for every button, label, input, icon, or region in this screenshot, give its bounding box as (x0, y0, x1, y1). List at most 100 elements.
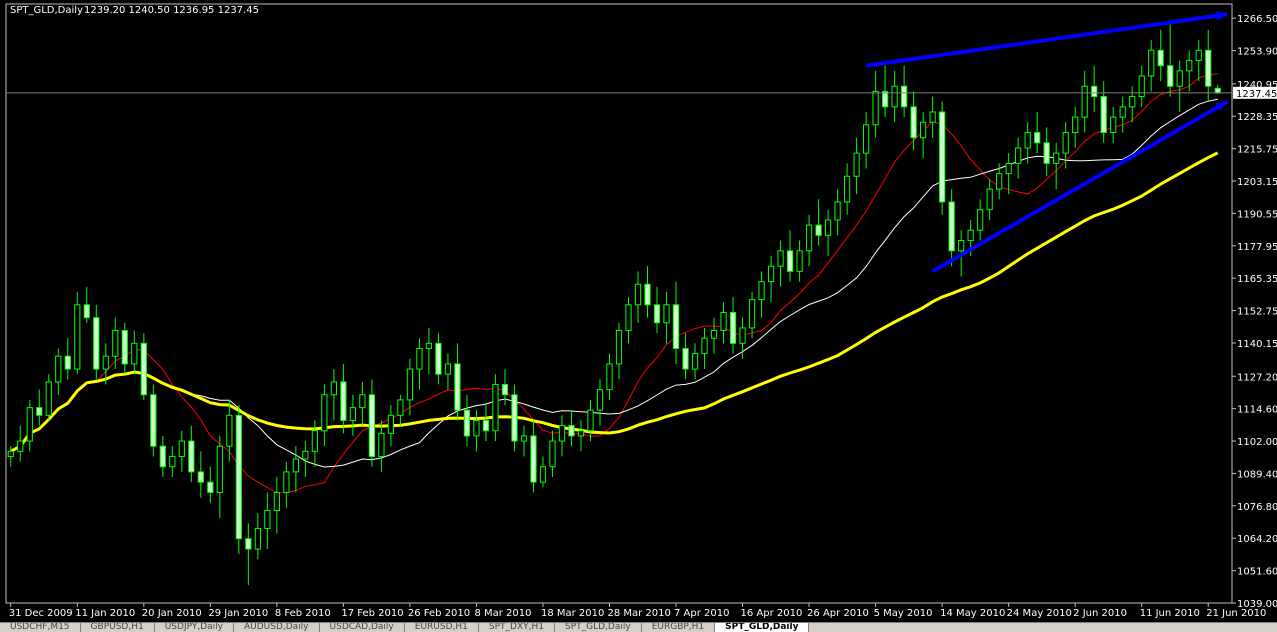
candle-body (939, 111, 946, 203)
ohlc-values: 1239.20 1240.50 1236.95 1237.45 (84, 5, 259, 16)
y-tick-label: 1076.80 (1237, 502, 1277, 513)
candle-body (786, 250, 794, 272)
moving-average-line (10, 98, 1218, 468)
candle-body (131, 342, 138, 365)
candle-body (178, 440, 185, 457)
candle-body (55, 355, 62, 383)
x-tick-label: 11 Jun 2010 (1140, 608, 1200, 619)
candle-body (283, 471, 290, 493)
y-tick-label: 1215.75 (1237, 145, 1277, 156)
x-tick-label: 29 Jan 2010 (208, 608, 268, 619)
candle-body (996, 173, 1003, 190)
candle-body (1053, 152, 1060, 164)
candle-body (834, 201, 841, 221)
x-tick-label: 11 Jan 2010 (75, 608, 135, 619)
candle-body (74, 304, 81, 370)
x-tick-label: 31 Dec 2009 (9, 608, 73, 619)
y-tick-label: 1064.20 (1237, 534, 1277, 545)
y-tick-label: 1102.00 (1237, 437, 1277, 448)
candle-body (1148, 49, 1155, 77)
candlestick-chart[interactable]: 1266.501253.901240.951228.351215.751203.… (0, 0, 1277, 622)
candle-body (596, 389, 604, 411)
candle-body (1110, 116, 1117, 134)
candle-body (482, 419, 490, 432)
y-tick-label: 1051.60 (1237, 567, 1277, 578)
candle-body (264, 509, 271, 529)
candle-body (36, 407, 43, 416)
chart-title: SPT_GLD,Daily (10, 5, 83, 16)
current-price-label: 1237.45 (1236, 89, 1277, 100)
candle-body (245, 538, 252, 550)
candle-body (777, 250, 784, 267)
y-tick-label: 1253.90 (1237, 47, 1277, 58)
x-tick-label: 17 Feb 2010 (341, 608, 403, 619)
x-tick-label: 14 May 2010 (940, 608, 1005, 619)
candle-body (920, 121, 927, 139)
candle-body (64, 355, 71, 370)
candle-body (140, 342, 147, 396)
candle-body (805, 224, 813, 252)
y-tick-label: 1165.35 (1237, 274, 1277, 285)
candle-body (977, 209, 984, 231)
candle-body (568, 425, 575, 437)
candle-body (1034, 132, 1041, 144)
candle-body (615, 329, 623, 365)
x-tick-label: 26 Apr 2010 (807, 608, 869, 619)
moving-average-line (10, 151, 1219, 453)
x-tick-label: 8 Mar 2010 (474, 608, 531, 619)
candle-body (150, 394, 157, 447)
candle-body (359, 394, 366, 409)
candle-body (644, 283, 651, 306)
y-tick-label: 1177.95 (1237, 242, 1277, 253)
candle-body (986, 188, 993, 211)
x-tick-label: 20 Jan 2010 (142, 608, 202, 619)
candle-body (1176, 70, 1183, 87)
x-tick-label: 7 Apr 2010 (674, 608, 729, 619)
x-tick-label: 16 Apr 2010 (741, 608, 803, 619)
candle-body (701, 337, 708, 355)
candle-body (1081, 85, 1088, 118)
candle-body (634, 283, 642, 306)
candle-body (1167, 65, 1174, 87)
candle-body (169, 455, 176, 468)
y-tick-label: 1152.75 (1237, 307, 1277, 318)
candle-body (188, 440, 195, 473)
trendline (931, 99, 1229, 274)
trendline (865, 12, 1228, 68)
candle-body (710, 329, 718, 339)
plot-frame (5, 3, 1233, 604)
candle-body (1119, 106, 1126, 118)
x-tick-label: 18 Mar 2010 (541, 608, 604, 619)
candle-body (682, 347, 689, 370)
candle-body (948, 201, 955, 252)
candle-body (1205, 49, 1212, 87)
candle-body (796, 250, 803, 272)
candle-body (824, 219, 832, 236)
candle-body (254, 527, 261, 550)
candle-body (606, 363, 613, 391)
candle-body (397, 399, 404, 416)
y-tick-label: 1140.15 (1237, 339, 1277, 350)
y-tick-label: 1089.40 (1237, 469, 1277, 480)
candle-body (226, 414, 233, 447)
candle-body (520, 435, 528, 442)
candle-body (958, 240, 965, 252)
candle-body (910, 106, 917, 139)
candle-body (159, 445, 166, 468)
candle-body (473, 419, 480, 437)
y-tick-label: 1114.60 (1237, 405, 1277, 416)
candle-body (577, 430, 585, 437)
candle-body (102, 355, 109, 370)
candle-body (454, 363, 461, 411)
chart-window[interactable]: 1266.50 1253.90 1240.95 1228.35 1215.75 1203.… (0, 0, 1277, 622)
candle-body (501, 383, 509, 396)
candle-body (83, 304, 90, 319)
candle-body (558, 425, 566, 442)
x-tick-label: 5 May 2010 (874, 608, 933, 619)
candle-body (45, 381, 52, 416)
candle-body (748, 299, 756, 329)
candle-body (1005, 162, 1012, 175)
candle-body (530, 435, 537, 483)
candle-body (672, 304, 680, 349)
candle-body (929, 111, 936, 123)
